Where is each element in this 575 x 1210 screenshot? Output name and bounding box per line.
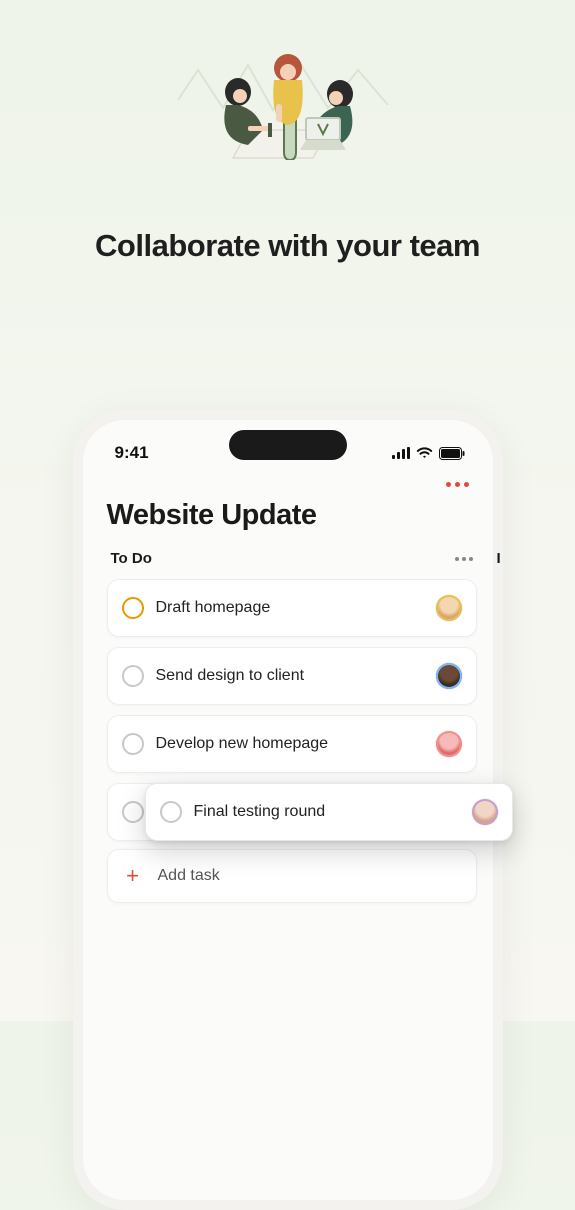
add-task-label: Add task — [158, 867, 220, 885]
column-todo: To Do Draft homepage Send design to clie… — [107, 546, 477, 903]
task-checkbox-icon[interactable] — [122, 733, 144, 755]
status-icons — [392, 447, 465, 460]
wifi-icon — [416, 447, 433, 459]
avatar — [436, 595, 462, 621]
task-checkbox-icon[interactable] — [122, 665, 144, 687]
project-more-button[interactable] — [446, 482, 469, 487]
task-drag-row: Go-live Final testing round — [107, 783, 477, 839]
task-card[interactable]: Develop new homepage — [107, 715, 477, 773]
status-time: 9:41 — [115, 443, 149, 463]
avatar — [436, 731, 462, 757]
task-checkbox-icon[interactable] — [122, 597, 144, 619]
task-title: Draft homepage — [156, 599, 424, 617]
column-title: I — [497, 546, 501, 579]
task-checkbox-icon[interactable] — [122, 801, 144, 823]
task-title: Develop new homepage — [156, 735, 424, 753]
task-list: Draft homepage Send design to client Dev… — [107, 579, 477, 839]
avatar — [436, 663, 462, 689]
column-header: To Do — [107, 546, 477, 579]
task-title: Send design to client — [156, 667, 424, 685]
phone-mockup: 9:41 Website Update — [73, 410, 503, 1210]
plus-icon: + — [122, 865, 144, 887]
board-columns: To Do Draft homepage Send design to clie… — [83, 546, 493, 903]
column-more-button[interactable] — [455, 557, 473, 561]
task-card[interactable]: Send design to client — [107, 647, 477, 705]
add-task-button[interactable]: + Add task — [107, 849, 477, 903]
phone-notch — [229, 430, 347, 460]
column-next-hint: I — [497, 546, 501, 903]
page-headline: Collaborate with your team — [0, 228, 575, 264]
team-illustration-icon — [178, 30, 398, 160]
app-topbar — [83, 470, 493, 491]
task-card[interactable]: Draft homepage — [107, 579, 477, 637]
battery-icon — [439, 447, 465, 460]
project-title: Website Update — [83, 491, 493, 546]
hero-illustration — [0, 0, 575, 160]
task-card-dragging[interactable]: Final testing round — [145, 783, 513, 841]
task-title: Final testing round — [194, 803, 460, 821]
cellular-icon — [392, 447, 410, 459]
avatar — [472, 799, 498, 825]
task-checkbox-icon[interactable] — [160, 801, 182, 823]
column-title: To Do — [111, 550, 152, 567]
